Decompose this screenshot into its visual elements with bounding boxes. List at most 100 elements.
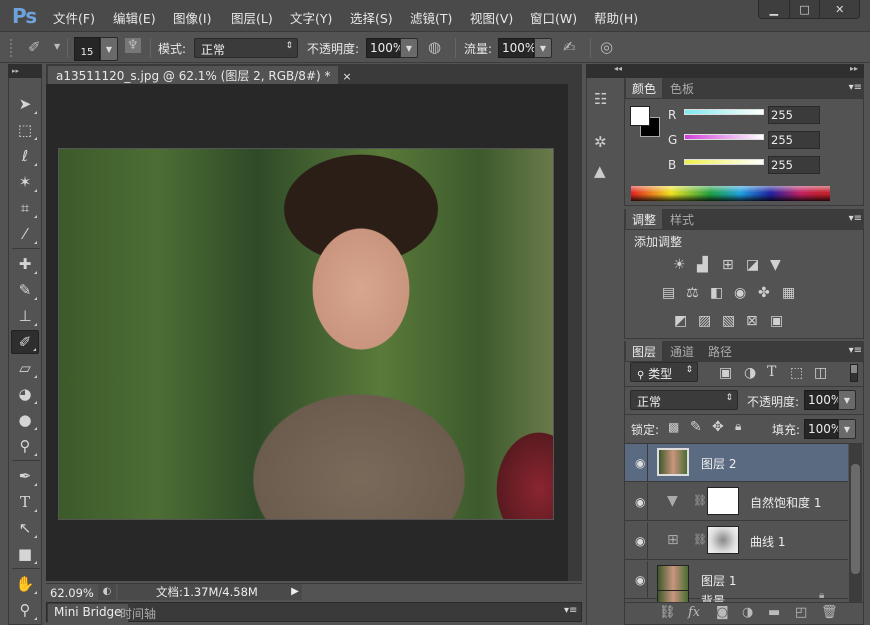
exposure-icon[interactable]: ◪ <box>746 257 759 273</box>
collapse-dock-icon[interactable]: ◂◂ <box>614 64 622 73</box>
navigator-panel-icon[interactable]: ✲ <box>594 133 607 151</box>
link-layers-icon[interactable]: ⛓ <box>659 605 676 620</box>
bottom-panel-menu-icon[interactable]: ▾≡ <box>564 605 577 616</box>
menu-help[interactable]: 帮助(H) <box>594 8 638 27</box>
layer-row-background[interactable]: 背景 🔒︎ <box>625 590 848 602</box>
fill-dropdown[interactable]: ▼ <box>838 419 856 439</box>
move-tool-icon[interactable]: ➤ <box>11 92 39 116</box>
menu-type[interactable]: 文字(Y) <box>290 8 332 27</box>
crop-tool-icon[interactable]: ⌗ <box>11 196 39 220</box>
maximize-button[interactable]: □ <box>790 0 821 18</box>
options-grip[interactable] <box>10 39 14 57</box>
color-spectrum-bar[interactable] <box>631 186 830 201</box>
mode-select[interactable]: 正常 ⇕ <box>194 38 298 58</box>
menu-file[interactable]: 文件(F) <box>53 8 95 27</box>
lock-position-icon[interactable]: ✥ <box>712 419 724 435</box>
tab-adjustments[interactable]: 调整 <box>626 209 663 229</box>
tab-layers[interactable]: 图层 <box>626 341 663 361</box>
dodge-tool-icon[interactable]: ⚲ <box>11 434 39 458</box>
brush-picker-dropdown[interactable]: ▼ <box>100 37 118 61</box>
delete-layer-icon[interactable]: 🗑︎ <box>821 605 838 620</box>
zoom-tool-icon[interactable]: ⚲ <box>11 598 39 622</box>
lock-all-icon[interactable]: 🔒︎ <box>735 419 741 434</box>
tab-color[interactable]: 颜色 <box>626 78 663 98</box>
red-slider[interactable] <box>684 109 764 115</box>
menu-layer[interactable]: 图层(L) <box>231 8 273 27</box>
flow-input[interactable]: 100% <box>498 38 536 58</box>
filter-smart-object-icon[interactable]: ◫ <box>814 365 827 381</box>
red-input[interactable]: 255 <box>768 106 820 124</box>
add-mask-icon[interactable]: ◙ <box>716 605 729 620</box>
tab-channels[interactable]: 通道 <box>664 341 700 361</box>
adjust-panel-menu-icon[interactable]: ▾≡ <box>849 213 862 224</box>
tab-paths[interactable]: 路径 <box>702 341 738 361</box>
curves-icon[interactable]: ⊞ <box>722 257 734 273</box>
tab-timeline[interactable]: 时间轴 <box>114 604 162 622</box>
close-button[interactable]: ✕ <box>820 0 859 18</box>
mask-link-icon[interactable]: ⛓ <box>693 494 707 507</box>
layer-mask-thumbnail[interactable] <box>707 526 739 554</box>
status-menu-arrow[interactable]: ▶ <box>288 584 302 600</box>
layers-scrollbar-thumb[interactable] <box>851 464 860 574</box>
layers-panel-menu-icon[interactable]: ▾≡ <box>849 345 862 356</box>
photo-image[interactable] <box>58 148 554 520</box>
brightness-contrast-icon[interactable]: ☀ <box>673 257 686 273</box>
threshold-icon[interactable]: ▧ <box>722 313 735 329</box>
hue-saturation-icon[interactable]: ▤ <box>662 285 675 301</box>
invert-icon[interactable]: ◩ <box>674 313 687 329</box>
brush-size-picker[interactable]: 15 <box>74 37 100 61</box>
layer-mask-thumbnail[interactable] <box>707 487 739 515</box>
canvas-scrollbar[interactable] <box>568 84 582 581</box>
gradient-map-icon[interactable]: ▣ <box>770 313 783 329</box>
menu-select[interactable]: 选择(S) <box>350 8 393 27</box>
photo-filter-icon[interactable]: ◉ <box>734 285 746 301</box>
healing-brush-tool-icon[interactable]: ✚ <box>11 252 39 276</box>
lock-image-pixels-icon[interactable]: ✎ <box>690 419 702 435</box>
layers-scrollbar[interactable] <box>849 444 862 602</box>
type-tool-icon[interactable]: T <box>11 490 39 514</box>
blend-mode-select[interactable]: 正常 ⇕ <box>630 390 738 410</box>
magic-wand-tool-icon[interactable]: ✶ <box>11 170 39 194</box>
mask-link-icon[interactable]: ⛓ <box>693 533 707 546</box>
posterize-icon[interactable]: ▨ <box>698 313 711 329</box>
eyedropper-tool-icon[interactable]: ⁄ <box>11 222 39 246</box>
clone-stamp-tool-icon[interactable]: ⊥ <box>11 304 39 328</box>
blue-input[interactable]: 255 <box>768 156 820 174</box>
zoom-level[interactable]: 62.09% <box>50 586 94 600</box>
new-layer-icon[interactable]: ◰ <box>795 605 807 620</box>
tab-swatches[interactable]: 色板 <box>664 78 700 98</box>
pen-tool-icon[interactable]: ✒ <box>11 464 39 488</box>
opacity-dropdown[interactable]: ▼ <box>400 38 418 58</box>
flow-dropdown[interactable]: ▼ <box>534 38 552 58</box>
color-panel-menu-icon[interactable]: ▾≡ <box>849 82 862 93</box>
document-tab[interactable]: a13511120_s.jpg @ 62.1% (图层 2, RGB/8#) *… <box>48 66 352 84</box>
menu-edit[interactable]: 编辑(E) <box>113 8 156 27</box>
green-input[interactable]: 255 <box>768 131 820 149</box>
history-brush-tool-icon[interactable]: ✐ <box>11 330 39 354</box>
levels-icon[interactable]: ▟ <box>697 257 708 273</box>
toolbar-collapse-toggle[interactable]: ▸▸ <box>8 64 42 78</box>
path-selection-tool-icon[interactable]: ↖ <box>11 516 39 540</box>
menu-image[interactable]: 图像(I) <box>173 8 211 27</box>
filter-shape-layer-icon[interactable]: ⬚ <box>790 365 803 381</box>
selective-color-icon[interactable]: ⊠ <box>746 313 758 329</box>
visibility-eye-icon[interactable]: ◉ <box>635 456 645 470</box>
menu-window[interactable]: 窗口(W) <box>530 8 577 27</box>
blur-tool-icon[interactable]: ● <box>11 408 39 432</box>
history-panel-icon[interactable]: ☷ <box>594 90 607 108</box>
brush-tool-icon[interactable]: ✎ <box>11 278 39 302</box>
new-group-icon[interactable]: ▬ <box>768 605 780 620</box>
filter-type-layer-icon[interactable]: T <box>767 364 776 380</box>
new-adjustment-layer-icon[interactable]: ◑ <box>742 605 753 620</box>
layer-row-vibrance[interactable]: ◉ ▼ ⛓ 自然饱和度 1 <box>625 483 848 521</box>
fill-input[interactable]: 100% <box>804 419 842 439</box>
expand-dock-icon[interactable]: ▸▸ <box>850 64 858 73</box>
foreground-color-swatch[interactable] <box>630 106 650 126</box>
lock-transparent-pixels-icon[interactable]: ▩ <box>668 420 679 434</box>
hand-tool-icon[interactable]: ✋ <box>11 572 39 596</box>
channel-mixer-icon[interactable]: ✤ <box>758 285 770 301</box>
layer-row-layer2[interactable]: ◉ 图层 2 <box>625 444 848 482</box>
green-slider[interactable] <box>684 134 764 140</box>
marquee-tool-icon[interactable]: ⬚ <box>11 118 39 142</box>
visibility-eye-icon[interactable]: ◉ <box>635 495 645 509</box>
